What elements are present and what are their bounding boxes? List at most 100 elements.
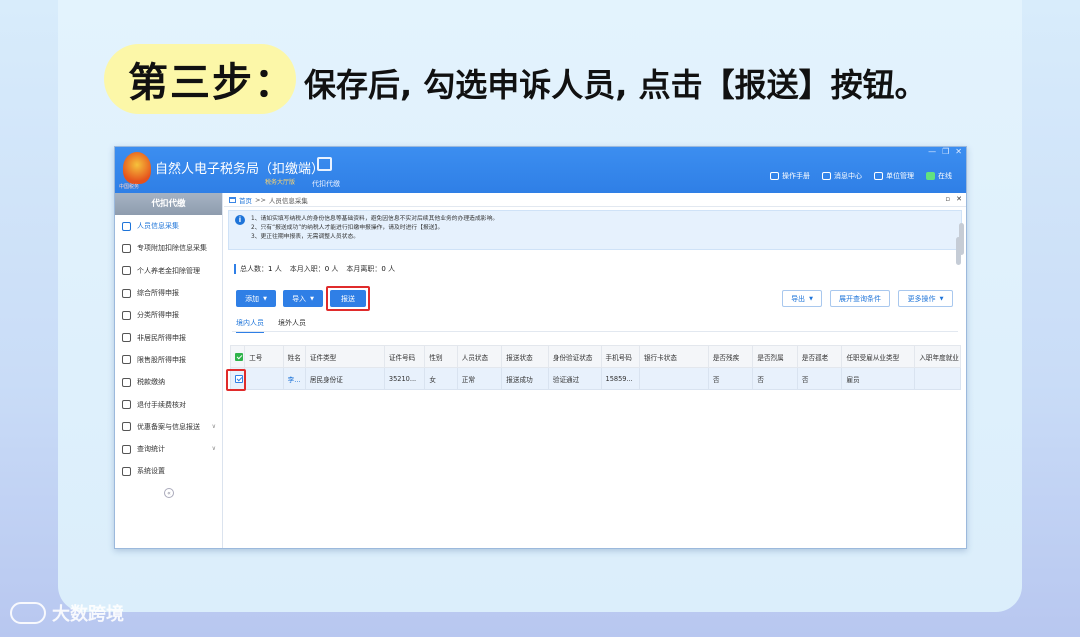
column-header[interactable]: 身份验证状态	[547, 345, 602, 368]
column-header[interactable]: 证件类型	[304, 345, 385, 368]
column-header[interactable]: 性别	[424, 345, 458, 368]
online-icon	[926, 172, 935, 180]
column-header[interactable]: 任职受雇从业类型	[841, 345, 916, 368]
pension-icon	[122, 266, 131, 276]
table-row[interactable]: 李... 居民身份证 35210... 女 正常 报送成功 验证通过 15859…	[229, 367, 961, 390]
breadcrumb: 首页 >> 人员信息采集 ▫ ✕	[224, 193, 966, 207]
doc-icon	[122, 400, 131, 410]
stat-left: 本月离职：0 人	[346, 265, 396, 273]
table-cell	[244, 367, 284, 390]
add-button[interactable]: 添加 ▼	[236, 290, 276, 307]
table-cell-name[interactable]: 李...	[282, 367, 306, 390]
folder-icon	[122, 377, 131, 387]
sidebar-item-query[interactable]: 查询统计 ∨	[115, 438, 222, 460]
pie-icon	[122, 310, 131, 320]
table-cell	[914, 367, 961, 390]
sidebar-item-preferential[interactable]: 优惠备案与信息报送 ∨	[115, 416, 222, 438]
select-all-checkbox[interactable]	[235, 352, 243, 361]
online-status[interactable]: 在线	[926, 171, 952, 181]
watermark: 大数跨境	[10, 600, 124, 626]
chevron-down-icon: ▼	[263, 295, 267, 302]
manual-link[interactable]: 操作手册	[770, 171, 810, 181]
book-icon	[770, 172, 779, 180]
minimize-button[interactable]: —	[928, 147, 936, 156]
sidebar-item-nonresident[interactable]: 非居民所得申报	[115, 326, 222, 348]
tab-close-button[interactable]: ✕	[956, 195, 962, 203]
column-header[interactable]: 是否烈属	[752, 345, 798, 368]
main-content: 首页 >> 人员信息采集 ▫ ✕ i 1、请如实填写纳税人的身份信息等基础资料，…	[224, 193, 966, 548]
sidebar-item-pension[interactable]: 个人养老金扣除管理	[115, 260, 222, 282]
restore-button[interactable]: ❐	[942, 147, 949, 156]
column-header[interactable]: 银行卡状态	[638, 345, 709, 368]
sidebar-item-restricted-stock[interactable]: 限售股所得申报	[115, 349, 222, 371]
breadcrumb-current: 人员信息采集	[268, 196, 308, 205]
notice-line: 1、请如实填写纳税人的身份信息等基础资料，避免因信息不实对后续其他业务的办理造成…	[251, 216, 499, 222]
module-label[interactable]: 代扣代缴	[312, 179, 340, 189]
close-button[interactable]: ✕	[955, 147, 962, 156]
table-cell: 35210...	[383, 367, 426, 390]
table-cell	[638, 367, 709, 390]
submit-highlight	[326, 286, 370, 311]
unit-link[interactable]: 单位管理	[874, 171, 914, 181]
sidebar-item-person-info[interactable]: 人员信息采集	[115, 215, 222, 237]
chevron-down-icon: ▼	[310, 295, 314, 302]
table-header-row: 工号 姓名 证件类型 证件号码 性别 人员状态 报送状态 身份验证状态 手机号码…	[229, 345, 961, 368]
bar-chart-icon	[122, 355, 131, 365]
table-cell: 女	[424, 367, 458, 390]
collapse-sidebar-button[interactable]: «	[164, 488, 174, 498]
building-icon	[874, 172, 883, 180]
sidebar-item-refund-fee[interactable]: 退付手续费核对	[115, 393, 222, 415]
table-cell: 否	[796, 367, 843, 390]
top-links: 操作手册 消息中心 单位管理 在线	[770, 171, 952, 181]
table-cell: 报送成功	[501, 367, 549, 390]
checkbox-highlight	[226, 369, 246, 391]
window-controls: — ❐ ✕	[928, 147, 962, 156]
sidebar-item-settings[interactable]: 系统设置	[115, 460, 222, 482]
notice-box: i 1、请如实填写纳税人的身份信息等基础资料，避免因信息不实对后续其他业务的办理…	[228, 210, 962, 265]
column-header[interactable]: 报送状态	[501, 345, 549, 368]
step-label: 第三步：	[128, 60, 296, 106]
breadcrumb-home[interactable]: 首页	[239, 195, 252, 205]
column-header[interactable]: 姓名	[282, 345, 306, 368]
user-icon	[122, 333, 131, 343]
table-cell: 雇员	[841, 367, 916, 390]
sidebar-item-tax-payment[interactable]: 税款缴纳	[115, 371, 222, 393]
message-link[interactable]: 消息中心	[822, 171, 862, 181]
info-icon: i	[235, 215, 245, 225]
stack-icon	[122, 422, 131, 432]
home-icon	[229, 196, 236, 203]
chevron-down-icon: ∨	[211, 444, 216, 452]
column-header[interactable]: 手机号码	[600, 345, 640, 368]
sidebar-item-comprehensive[interactable]: 综合所得申报	[115, 282, 222, 304]
scrollbar[interactable]	[959, 223, 964, 255]
column-header[interactable]: 入职年度就业	[914, 345, 961, 368]
column-header[interactable]: 人员状态	[456, 345, 503, 368]
sidebar: 代扣代缴 人员信息采集 专项附加扣除信息采集 个人养老金扣除管理 综合所得申报 …	[115, 193, 223, 548]
gear-icon	[122, 466, 131, 476]
column-header[interactable]: 是否残疾	[707, 345, 754, 368]
tab-controls: ▫ ✕	[945, 195, 962, 203]
expand-query-button[interactable]: 展开查询条件	[830, 290, 890, 307]
table-cell: 居民身份证	[304, 367, 385, 390]
sidebar-item-classified[interactable]: 分类所得申报	[115, 304, 222, 326]
column-header[interactable]: 是否孤老	[796, 345, 843, 368]
stats-bar: 总人数：1 人 本月入职：0 人 本月离职：0 人	[234, 264, 395, 274]
tab-restore-button[interactable]: ▫	[945, 195, 950, 203]
message-icon	[822, 172, 831, 180]
breadcrumb-separator: >>	[255, 195, 266, 204]
import-button[interactable]: 导入 ▼	[283, 290, 323, 307]
watermark-logo-icon	[10, 602, 46, 624]
table-cell: 否	[752, 367, 798, 390]
sidebar-item-special-deduction[interactable]: 专项附加扣除信息采集	[115, 237, 222, 259]
tax-emblem-icon	[123, 152, 151, 184]
column-header[interactable]: 证件号码	[383, 345, 426, 368]
tabs-divider	[232, 331, 958, 332]
select-all-cell[interactable]	[229, 345, 246, 368]
export-button[interactable]: 导出 ▼	[782, 290, 822, 307]
module-icon[interactable]	[317, 157, 332, 171]
more-actions-button[interactable]: 更多操作 ▼	[898, 290, 953, 307]
person-icon	[122, 221, 131, 231]
column-header[interactable]: 工号	[244, 345, 284, 368]
chevron-down-icon: ▼	[809, 295, 813, 302]
title-bar: 中国税务 自然人电子税务局（扣缴端） 税务大厅版 代扣代缴 操作手册 消息中心 …	[115, 147, 966, 193]
